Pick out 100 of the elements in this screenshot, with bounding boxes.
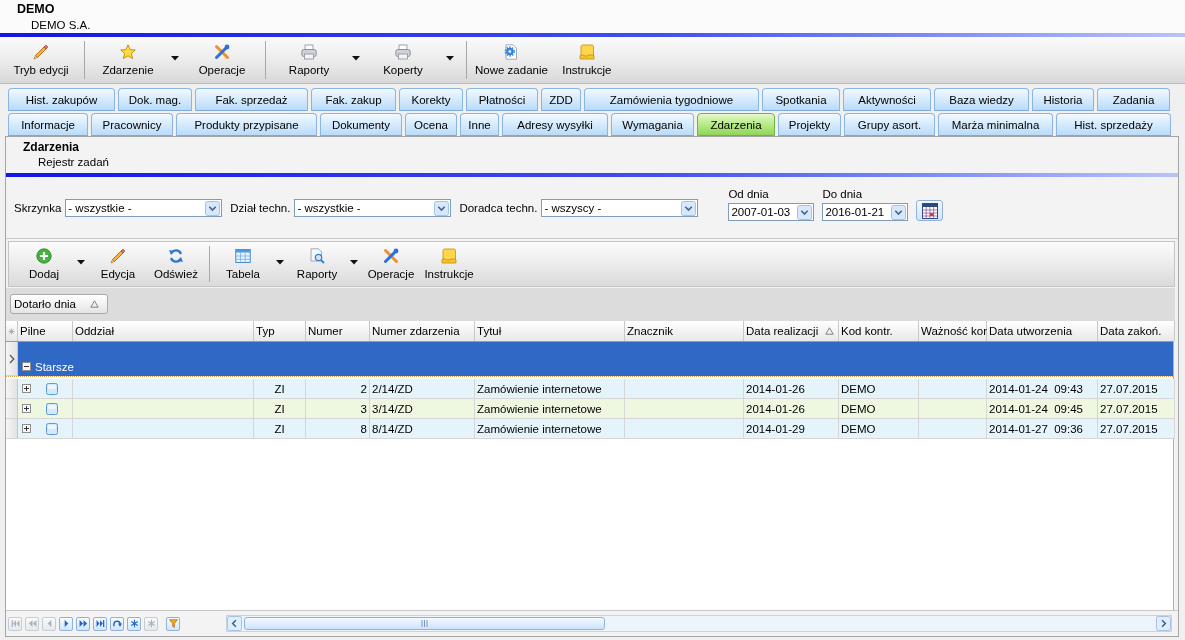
table-row[interactable]: ZI 8 8/14/ZD Zamówienie internetowe 2014-01-29 DEMO 2014-01-27 09:36 27.07.2015 [6,419,1173,439]
group-by-chip[interactable]: Dotarło dnia [10,294,108,314]
toolbar-button[interactable]: Tabela [214,242,272,286]
tab[interactable]: Ocena [405,113,457,136]
table-cell: DEMO [839,379,919,399]
group-row[interactable]: Starsze [18,342,1173,376]
filter-icon [168,619,178,628]
tab[interactable]: Adresy wysyłki [502,113,608,136]
tab[interactable]: Spotkania [762,88,840,111]
tab[interactable]: Płatności [466,88,538,111]
table-cell [919,379,987,399]
toolbar-button[interactable]: Operacje [362,242,420,286]
expand-toggle-icon[interactable] [22,404,31,413]
tab[interactable]: Dokumenty [320,113,402,136]
toolbar-button[interactable]: Zdarzenie [91,37,165,83]
scroll-left-icon[interactable] [227,616,242,631]
navigation-button[interactable] [76,616,90,631]
table-cell: DEMO [839,419,919,439]
scroll-icon [578,44,595,60]
column-header[interactable]: Data zakoń. [1098,321,1175,341]
row-header [6,399,18,419]
column-header[interactable]: Kod kontr. [839,321,919,341]
document-search-icon [309,248,325,264]
column-header[interactable]: Typ [254,321,306,341]
tab[interactable]: Projekty [778,113,841,136]
tab[interactable]: Inne [460,113,499,136]
navigation-button[interactable] [166,616,180,631]
expand-toggle-icon[interactable] [22,384,31,393]
toolbar-button[interactable]: Koperty [366,37,440,83]
column-header[interactable]: Numer zdarzenia [370,321,475,341]
column-header[interactable]: Tytuł [475,321,625,341]
tab[interactable]: Produkty przypisane [176,113,317,136]
tab[interactable]: ZDD [541,88,581,111]
toolbar-button[interactable]: Instrukcje [420,242,478,286]
tab[interactable]: Hist. sprzedaży [1056,113,1171,136]
column-header[interactable]: Numer [306,321,370,341]
toolbar-button[interactable]: Nowe zadanie [473,37,550,83]
grip-icon [421,620,428,627]
tab[interactable]: Zamówienia tygodniowe [584,88,759,111]
date-label: Od dnia [728,188,769,200]
navigation-button[interactable] [110,616,124,631]
tab[interactable]: Dok. mag. [118,88,192,111]
horizontal-scrollbar[interactable] [226,615,1172,632]
date-field[interactable]: 2007-01-03 [728,203,815,221]
toolbar-button[interactable]: Edycja [89,242,147,286]
column-header[interactable]: Znacznik [625,321,744,341]
table-row[interactable]: ZI 3 3/14/ZD Zamówienie internetowe 2014-01-26 DEMO 2014-01-24 09:45 27.07.2015 [6,399,1173,419]
tab[interactable]: Grupy asort. [844,113,935,136]
collapse-toggle-icon[interactable] [22,362,31,371]
scrollbar-thumb[interactable] [244,617,605,630]
table-cell: 27.07.2015 [1098,379,1175,399]
checkbox[interactable] [46,422,58,435]
tab[interactable]: Korekty [399,88,463,111]
calendar-button[interactable] [916,200,944,221]
select-field[interactable]: - wszyscy - [541,199,699,217]
filter-label: Doradca techn. [459,202,538,214]
column-header[interactable]: Pilne [18,321,73,341]
checkbox[interactable] [46,382,58,395]
tab[interactable]: Fak. sprzedaż [195,88,308,111]
table-cell: 3/14/ZD [370,399,475,419]
select-field[interactable]: - wszystkie - [65,199,223,217]
toolbar-button[interactable]: Operacje [185,37,259,83]
select-field[interactable]: - wszystkie - [294,199,452,217]
tab[interactable]: Informacje [8,113,88,136]
table-cell: 3 [306,399,370,419]
column-header[interactable]: Ważność kor [919,321,987,341]
expand-toggle-icon[interactable] [22,424,31,433]
caret-icon [350,260,358,265]
table-icon [235,248,251,264]
table-cell: 2014-01-27 09:36 [987,419,1098,439]
checkbox[interactable] [46,402,58,415]
document-gear-icon [503,44,520,60]
tab[interactable]: Fak. zakup [311,88,396,111]
tab[interactable]: Historia [1032,88,1094,111]
navigation-button[interactable] [59,616,73,631]
navigation-button[interactable] [93,616,107,631]
scroll-right-icon[interactable] [1156,616,1171,631]
tab[interactable]: Aktywności [843,88,931,111]
navigation-button[interactable] [127,616,141,631]
tools-icon [214,44,230,60]
tab[interactable]: Zdarzenia [697,113,775,136]
date-field[interactable]: 2016-01-21 [822,203,909,221]
toolbar-button[interactable]: Odśwież [147,242,205,286]
tab[interactable]: Zadania [1097,88,1170,111]
table-row[interactable]: ZI 2 2/14/ZD Zamówienie internetowe 2014-01-26 DEMO 2014-01-24 09:43 27.07.2015 [6,379,1173,399]
toolbar-button[interactable]: Raporty [272,37,346,83]
toolbar-button[interactable]: Tryb edycji [4,37,78,83]
toolbar-button[interactable]: Instrukcje [549,37,624,83]
toolbar-button[interactable]: Raporty [288,242,346,286]
table-cell: DEMO [839,399,919,419]
column-header[interactable]: Oddział [73,321,254,341]
tab[interactable]: Hist. zakupów [8,88,115,111]
toolbar-button[interactable]: Dodaj [15,242,73,286]
tab[interactable]: Pracownicy [91,113,173,136]
tab[interactable]: Marża minimalna [938,113,1053,136]
tab[interactable]: Wymagania [611,113,694,136]
table-cell: 8 [306,419,370,439]
column-header[interactable]: Data utworzenia [987,321,1098,341]
column-header[interactable]: Data realizacji [744,321,839,341]
tab[interactable]: Baza wiedzy [934,88,1029,111]
